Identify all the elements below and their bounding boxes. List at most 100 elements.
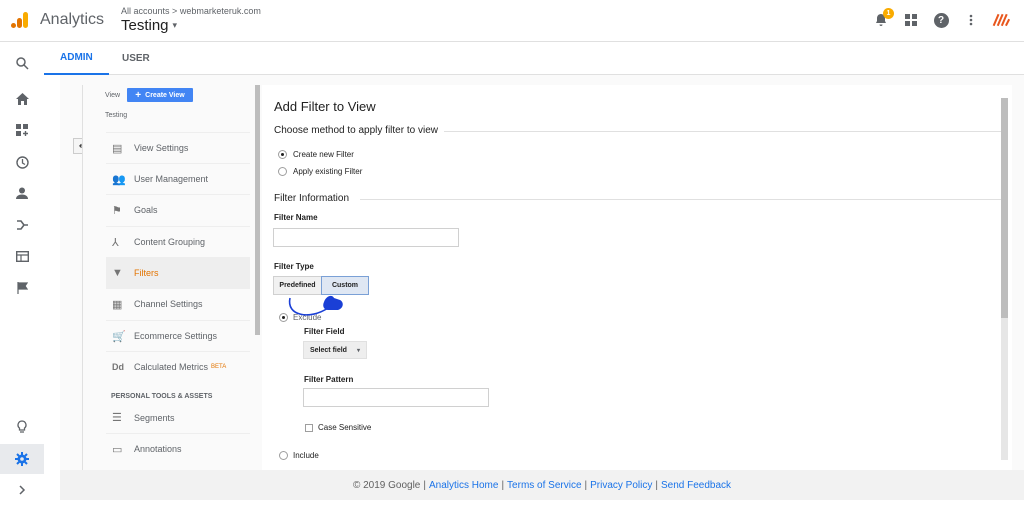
menu-item-label: Annotations [134, 444, 182, 454]
tab-admin[interactable]: ADMIN [44, 42, 109, 75]
menu-item-label: Calculated Metrics [134, 362, 209, 372]
radio-create-new-filter[interactable] [278, 150, 287, 159]
case-sensitive-checkbox[interactable] [305, 424, 313, 432]
footer: © 2019 Google | Analytics Home | Terms o… [60, 470, 1024, 500]
breadcrumb-account[interactable]: webmarketeruk.com [180, 6, 261, 16]
beta-badge: BETA [211, 364, 227, 370]
account-logo-icon[interactable] [992, 11, 1010, 29]
footer-link-terms[interactable]: Terms of Service [507, 480, 581, 491]
section-header-personal-tools: PERSONAL TOOLS & ASSETS [111, 393, 213, 400]
breadcrumb-separator: > [172, 6, 178, 16]
menu-item-label: Segments [134, 412, 175, 423]
view-column-label: View [105, 92, 121, 99]
grouping-icon: ⅄ [112, 236, 119, 249]
more-vert-icon[interactable] [962, 11, 980, 29]
menu-item-segments[interactable]: ☰ Segments [106, 402, 250, 433]
create-view-button[interactable]: + Create View [127, 88, 193, 102]
view-selector-label: Testing [121, 17, 169, 34]
menu-item-calculated-metrics[interactable]: Dd Calculated Metrics BETA [106, 351, 250, 382]
admin-user-tabs: ADMIN USER [44, 42, 1024, 75]
footer-link-analytics-home[interactable]: Analytics Home [429, 480, 498, 491]
menu-item-label: View Settings [134, 143, 189, 153]
segments-icon: ☰ [112, 412, 122, 424]
home-icon[interactable] [0, 84, 44, 114]
cart-icon: 🛒 [112, 330, 126, 343]
filter-pattern-input[interactable] [303, 388, 489, 407]
expand-chevron-icon[interactable] [0, 475, 44, 505]
content-scrollbar[interactable] [1001, 98, 1008, 460]
menu-item-filters[interactable]: ▼ Filters [106, 257, 250, 288]
menu-item-ecommerce-settings[interactable]: 🛒 Ecommerce Settings [106, 320, 250, 351]
page-title: Add Filter to View [274, 99, 376, 114]
filter-type-label: Filter Type [274, 262, 314, 271]
audience-person-icon[interactable] [0, 178, 44, 208]
footer-separator: | [584, 479, 588, 491]
add-filter-form: Add Filter to View Choose method to appl… [262, 85, 1012, 470]
tab-user[interactable]: USER [106, 42, 166, 75]
footer-separator: | [423, 479, 426, 491]
menu-item-user-management[interactable]: 👥 User Management [106, 163, 250, 194]
app-name: Analytics [40, 11, 105, 28]
acquisition-icon[interactable] [0, 210, 44, 240]
view-column-scrollbar[interactable] [255, 85, 260, 335]
notification-badge: 1 [883, 8, 894, 19]
menu-item-annotations[interactable]: ▭ Annotations [106, 433, 250, 464]
filter-name-label: Filter Name [274, 213, 318, 222]
footer-link-feedback[interactable]: Send Feedback [661, 480, 731, 491]
menu-item-label: Channel Settings [134, 299, 203, 309]
people-icon: 👥 [112, 173, 126, 186]
view-selector[interactable]: Testing ▾ [121, 17, 177, 34]
content-scrollbar-thumb[interactable] [1001, 98, 1008, 318]
channel-icon: ▦ [112, 298, 123, 311]
radio-include-label: Include [293, 451, 319, 460]
create-view-label: Create View [145, 91, 185, 99]
menu-item-label: Filters [134, 268, 159, 278]
help-icon[interactable]: ? [932, 11, 950, 29]
lightbulb-icon[interactable] [0, 412, 44, 442]
method-heading: Choose method to apply filter to view [274, 125, 438, 136]
annotations-icon: ▭ [112, 443, 123, 456]
chevron-down-icon: ▾ [356, 347, 360, 354]
help-glyph: ? [933, 12, 949, 28]
divider [444, 131, 1004, 132]
footer-separator: | [655, 479, 658, 491]
menu-item-label: Goals [134, 205, 158, 215]
chevron-down-icon: ▾ [172, 20, 178, 30]
filter-info-heading: Filter Information [274, 193, 350, 204]
filter-name-input[interactable] [273, 228, 459, 247]
menu-item-content-grouping[interactable]: ⅄ Content Grouping [106, 226, 250, 257]
settings-gear-icon[interactable] [0, 444, 44, 474]
conversions-flag-icon[interactable] [0, 273, 44, 303]
view-column-view-name: Testing [105, 112, 128, 119]
annotation-arrow-icon [288, 295, 343, 316]
menu-item-label: User Management [134, 174, 209, 184]
behavior-icon[interactable] [0, 241, 44, 271]
radio-create-new-filter-label: Create new Filter [293, 150, 354, 159]
filter-icon: ▼ [112, 267, 123, 279]
dd-icon: Dd [112, 362, 124, 372]
menu-item-channel-settings[interactable]: ▦ Channel Settings [106, 288, 250, 319]
document-icon: ▤ [112, 142, 123, 155]
analytics-logo-icon[interactable] [10, 10, 30, 30]
menu-item-label: Ecommerce Settings [134, 331, 218, 341]
filter-field-label: Filter Field [304, 327, 345, 336]
customization-icon[interactable] [0, 115, 44, 145]
menu-item-view-settings[interactable]: ▤ View Settings [106, 132, 250, 163]
top-actions: 1 ? [872, 8, 1010, 29]
apps-grid-icon[interactable] [902, 11, 920, 29]
footer-separator: | [501, 479, 505, 491]
realtime-clock-icon[interactable] [0, 147, 44, 177]
case-sensitive-label: Case Sensitive [318, 423, 372, 432]
menu-item-goals[interactable]: ⚑ Goals [106, 194, 250, 225]
breadcrumb[interactable]: All accounts > webmarketeruk.com [121, 6, 261, 16]
breadcrumb-root[interactable]: All accounts [121, 6, 170, 16]
filter-field-select-value: Select field [310, 346, 347, 354]
filter-pattern-label: Filter Pattern [304, 375, 354, 384]
radio-apply-existing-filter[interactable] [278, 167, 287, 176]
search-icon[interactable] [0, 48, 44, 78]
filter-field-select[interactable]: Select field ▾ [303, 341, 367, 359]
radio-include[interactable] [279, 451, 288, 460]
bell-icon[interactable]: 1 [872, 8, 894, 29]
divider [360, 199, 1004, 200]
footer-link-privacy[interactable]: Privacy Policy [590, 480, 652, 491]
